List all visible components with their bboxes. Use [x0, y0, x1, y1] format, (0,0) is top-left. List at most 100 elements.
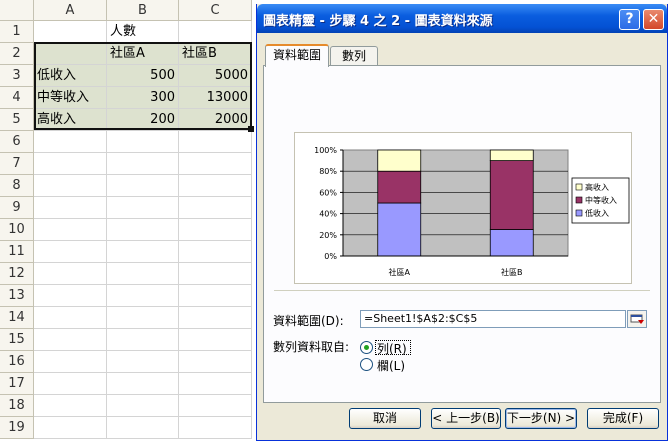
cell-c10[interactable]: [179, 219, 252, 241]
column-header-b[interactable]: B: [107, 0, 179, 21]
cell-c5[interactable]: 2000: [179, 109, 252, 131]
cell-b19[interactable]: [107, 417, 179, 439]
cell-b2[interactable]: 社區A: [107, 43, 179, 65]
row-header[interactable]: 7: [0, 153, 34, 175]
row-header[interactable]: 17: [0, 373, 34, 395]
cell-b9[interactable]: [107, 197, 179, 219]
help-button[interactable]: ?: [619, 9, 640, 30]
cell-c19[interactable]: [179, 417, 252, 439]
cell-c7[interactable]: [179, 153, 252, 175]
radio-columns-label[interactable]: 欄(L): [377, 357, 405, 374]
row-header[interactable]: 4: [0, 87, 34, 109]
row-header[interactable]: 13: [0, 285, 34, 307]
cell-c9[interactable]: [179, 197, 252, 219]
cell-c2[interactable]: 社區B: [179, 43, 252, 65]
cell-b10[interactable]: [107, 219, 179, 241]
tab-series[interactable]: 數列: [330, 46, 378, 66]
cell-c11[interactable]: [179, 241, 252, 263]
y-tick-label: 20%: [319, 231, 337, 240]
cell-a1[interactable]: [34, 21, 107, 43]
row-header[interactable]: 18: [0, 395, 34, 417]
cell-c6[interactable]: [179, 131, 252, 153]
radio-rows[interactable]: [360, 341, 373, 354]
bar-segment: [489, 149, 534, 162]
row-header[interactable]: 6: [0, 131, 34, 153]
cell-c16[interactable]: [179, 351, 252, 373]
cell-b1[interactable]: 人數: [107, 21, 179, 43]
cell-c17[interactable]: [179, 373, 252, 395]
cell-a17[interactable]: [34, 373, 107, 395]
cell-c8[interactable]: [179, 175, 252, 197]
row-header[interactable]: 11: [0, 241, 34, 263]
row-header[interactable]: 14: [0, 307, 34, 329]
tab-data-range[interactable]: 資料範圍: [265, 44, 329, 67]
row-header[interactable]: 16: [0, 351, 34, 373]
cell-b8[interactable]: [107, 175, 179, 197]
cell-a19[interactable]: [34, 417, 107, 439]
cancel-button[interactable]: 取消: [349, 408, 421, 429]
column-header-a[interactable]: A: [34, 0, 107, 21]
cell-a4[interactable]: 中等收入: [34, 87, 107, 109]
cell-b3[interactable]: 500: [107, 65, 179, 87]
cell-c1[interactable]: [179, 21, 252, 43]
cell-c15[interactable]: [179, 329, 252, 351]
cell-b6[interactable]: [107, 131, 179, 153]
column-header-c[interactable]: C: [179, 0, 252, 21]
cell-a13[interactable]: [34, 285, 107, 307]
cell-a7[interactable]: [34, 153, 107, 175]
cell-c12[interactable]: [179, 263, 252, 285]
row-header[interactable]: 12: [0, 263, 34, 285]
dialog-titlebar[interactable]: 圖表精靈 - 步驟 4 之 2 - 圖表資料來源 ? ✕: [257, 4, 667, 33]
cell-c4[interactable]: 13000: [179, 87, 252, 109]
fill-handle[interactable]: [248, 126, 254, 132]
row-header[interactable]: 5: [0, 109, 34, 131]
cell-b18[interactable]: [107, 395, 179, 417]
cell-a2[interactable]: [34, 43, 107, 65]
x-tick-label: 社區A: [389, 267, 411, 277]
cell-c13[interactable]: [179, 285, 252, 307]
row-header[interactable]: 3: [0, 65, 34, 87]
finish-button[interactable]: 完成(F): [587, 408, 659, 429]
cell-a5[interactable]: 高收入: [34, 109, 107, 131]
spreadsheet: A B C 1 2 3 4 5 6 7 8 9 10 11 12 13 14 15 16 17 18 19 人數 社區…: [0, 0, 256, 441]
row-header[interactable]: 10: [0, 219, 34, 241]
radio-rows-label[interactable]: 列(R): [377, 340, 407, 357]
cell-a16[interactable]: [34, 351, 107, 373]
cell-a12[interactable]: [34, 263, 107, 285]
row-header[interactable]: 19: [0, 417, 34, 439]
cell-a10[interactable]: [34, 219, 107, 241]
cell-a3[interactable]: 低收入: [34, 65, 107, 87]
row-header[interactable]: 9: [0, 197, 34, 219]
cell-c18[interactable]: [179, 395, 252, 417]
cell-a6[interactable]: [34, 131, 107, 153]
collapse-dialog-button[interactable]: [627, 310, 647, 328]
cell-b13[interactable]: [107, 285, 179, 307]
cell-c14[interactable]: [179, 307, 252, 329]
cell-a14[interactable]: [34, 307, 107, 329]
radio-columns[interactable]: [360, 358, 373, 371]
cell-b7[interactable]: [107, 153, 179, 175]
cell-a11[interactable]: [34, 241, 107, 263]
cell-c3[interactable]: 5000: [179, 65, 252, 87]
next-button[interactable]: 下一步(N) >: [505, 408, 577, 429]
cell-b14[interactable]: [107, 307, 179, 329]
close-button[interactable]: ✕: [643, 9, 664, 30]
row-header[interactable]: 1: [0, 21, 34, 43]
cell-a15[interactable]: [34, 329, 107, 351]
cell-b16[interactable]: [107, 351, 179, 373]
cell-b15[interactable]: [107, 329, 179, 351]
cell-b12[interactable]: [107, 263, 179, 285]
cell-a8[interactable]: [34, 175, 107, 197]
back-button[interactable]: < 上一步(B): [431, 408, 501, 429]
cell-a9[interactable]: [34, 197, 107, 219]
cell-b5[interactable]: 200: [107, 109, 179, 131]
cell-b11[interactable]: [107, 241, 179, 263]
row-header[interactable]: 2: [0, 43, 34, 65]
cell-b4[interactable]: 300: [107, 87, 179, 109]
cell-a18[interactable]: [34, 395, 107, 417]
cell-b17[interactable]: [107, 373, 179, 395]
row-header[interactable]: 8: [0, 175, 34, 197]
select-all-corner[interactable]: [0, 0, 34, 21]
row-header[interactable]: 15: [0, 329, 34, 351]
range-input[interactable]: =Sheet1!$A$2:$C$5: [360, 310, 626, 328]
